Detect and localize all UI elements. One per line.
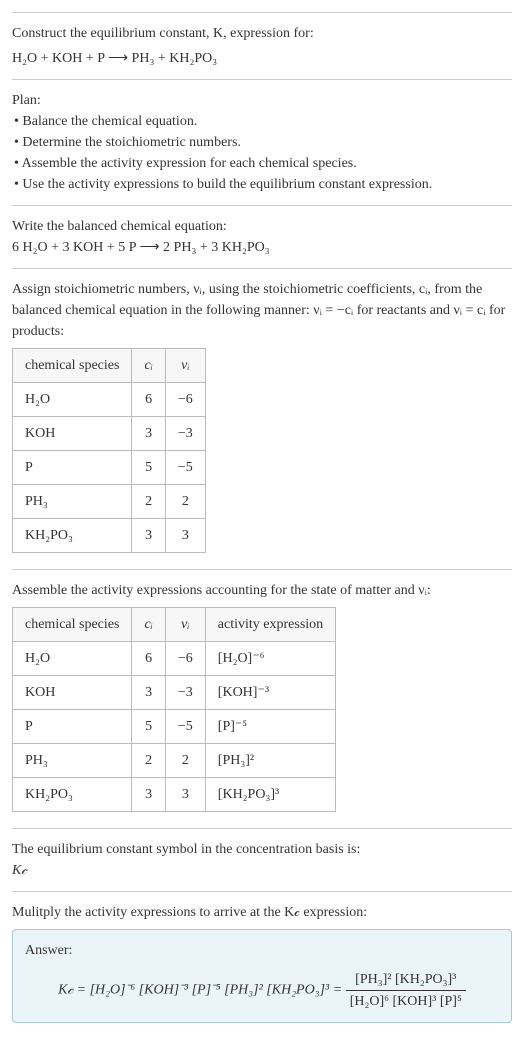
cell-c: 3 <box>132 676 165 710</box>
cell-c: 2 <box>132 485 165 519</box>
balanced-equation: 6 H₂O + 3 KOH + 5 P ⟶ 2 PH₃ + 3 KH₂PO₃ <box>12 237 512 258</box>
cell-expr: [H₂O]⁻⁶ <box>205 642 335 676</box>
table-row: KOH 3 −3 [KOH]⁻³ <box>13 676 336 710</box>
col-species: chemical species <box>13 608 132 642</box>
answer-box: Answer: K𝒸 = [H₂O]⁻⁶ [KOH]⁻³ [P]⁻⁵ [PH₃]… <box>12 929 512 1023</box>
symbol-line: The equilibrium constant symbol in the c… <box>12 839 512 860</box>
cell-c: 3 <box>132 519 165 553</box>
plan-bullet-1: • Balance the chemical equation. <box>14 111 512 132</box>
cell-v: 2 <box>165 485 205 519</box>
table-row: H₂O 6 −6 [H₂O]⁻⁶ <box>13 642 336 676</box>
table-row: KH₂PO₃ 3 3 <box>13 519 206 553</box>
cell-v: −6 <box>165 383 205 417</box>
cell-v: 3 <box>165 778 205 812</box>
stoich-table: chemical species cᵢ νᵢ H₂O 6 −6 KOH 3 −3… <box>12 348 206 553</box>
answer-label: Answer: <box>25 940 499 961</box>
cell-v: −3 <box>165 417 205 451</box>
cell-c: 5 <box>132 451 165 485</box>
cell-species: KH₂PO₃ <box>13 519 132 553</box>
cell-v: −6 <box>165 642 205 676</box>
table-row: PH₃ 2 2 <box>13 485 206 519</box>
cell-expr: [PH₃]² <box>205 744 335 778</box>
cell-species: KOH <box>13 676 132 710</box>
cell-expr: [KH₂PO₃]³ <box>205 778 335 812</box>
answer-lhs: K𝒸 = [H₂O]⁻⁶ [KOH]⁻³ [P]⁻⁵ [PH₃]² [KH₂PO… <box>58 983 346 998</box>
cell-species: PH₃ <box>13 485 132 519</box>
cell-c: 3 <box>132 417 165 451</box>
table-row: P 5 −5 <box>13 451 206 485</box>
cell-c: 2 <box>132 744 165 778</box>
intro-text: Construct the equilibrium constant, K, e… <box>12 26 314 41</box>
cell-v: 2 <box>165 744 205 778</box>
multiply-section: Mulitply the activity expressions to arr… <box>12 891 512 1033</box>
cell-c: 6 <box>132 383 165 417</box>
cell-species: H₂O <box>13 383 132 417</box>
table-row: H₂O 6 −6 <box>13 383 206 417</box>
stoich-section: Assign stoichiometric numbers, νᵢ, using… <box>12 268 512 569</box>
plan-title: Plan: <box>12 90 512 111</box>
answer-expression: K𝒸 = [H₂O]⁻⁶ [KOH]⁻³ [P]⁻⁵ [PH₃]² [KH₂PO… <box>25 969 499 1012</box>
plan-bullet-3: • Assemble the activity expression for e… <box>14 153 512 174</box>
answer-fraction: [PH₃]² [KH₂PO₃]³ [H₂O]⁶ [KOH]³ [P]⁵ <box>346 969 466 1012</box>
cell-species: PH₃ <box>13 744 132 778</box>
activity-intro: Assemble the activity expressions accoun… <box>12 580 512 601</box>
balanced-section: Write the balanced chemical equation: 6 … <box>12 205 512 268</box>
cell-expr: [P]⁻⁵ <box>205 710 335 744</box>
cell-species: P <box>13 710 132 744</box>
plan-bullet-2: • Determine the stoichiometric numbers. <box>14 132 512 153</box>
activity-section: Assemble the activity expressions accoun… <box>12 569 512 828</box>
cell-expr: [KOH]⁻³ <box>205 676 335 710</box>
intro-section: Construct the equilibrium constant, K, e… <box>12 12 512 79</box>
cell-v: −5 <box>165 710 205 744</box>
cell-v: 3 <box>165 519 205 553</box>
col-vi: νᵢ <box>165 608 205 642</box>
cell-species: H₂O <box>13 642 132 676</box>
fraction-denominator: [H₂O]⁶ [KOH]³ [P]⁵ <box>346 991 466 1012</box>
col-vi: νᵢ <box>165 349 205 383</box>
table-row: P 5 −5 [P]⁻⁵ <box>13 710 336 744</box>
plan-bullet-4: • Use the activity expressions to build … <box>14 174 512 195</box>
balanced-title: Write the balanced chemical equation: <box>12 216 512 237</box>
multiply-line: Mulitply the activity expressions to arr… <box>12 902 512 923</box>
col-ci: cᵢ <box>132 608 165 642</box>
col-ci: cᵢ <box>132 349 165 383</box>
plan-section: Plan: • Balance the chemical equation. •… <box>12 79 512 205</box>
cell-v: −5 <box>165 451 205 485</box>
fraction-numerator: [PH₃]² [KH₂PO₃]³ <box>346 969 466 991</box>
activity-table: chemical species cᵢ νᵢ activity expressi… <box>12 607 336 812</box>
cell-species: KOH <box>13 417 132 451</box>
table-header-row: chemical species cᵢ νᵢ <box>13 349 206 383</box>
cell-species: P <box>13 451 132 485</box>
symbol-section: The equilibrium constant symbol in the c… <box>12 828 512 891</box>
table-row: PH₃ 2 2 [PH₃]² <box>13 744 336 778</box>
col-species: chemical species <box>13 349 132 383</box>
table-header-row: chemical species cᵢ νᵢ activity expressi… <box>13 608 336 642</box>
cell-species: KH₂PO₃ <box>13 778 132 812</box>
intro-equation: H₂O + KOH + P ⟶ PH₃ + KH₂PO₃ <box>12 48 512 69</box>
stoich-intro: Assign stoichiometric numbers, νᵢ, using… <box>12 279 512 342</box>
cell-c: 6 <box>132 642 165 676</box>
kc-symbol: K𝒸 <box>12 860 512 881</box>
cell-c: 3 <box>132 778 165 812</box>
table-row: KH₂PO₃ 3 3 [KH₂PO₃]³ <box>13 778 336 812</box>
cell-v: −3 <box>165 676 205 710</box>
col-expr: activity expression <box>205 608 335 642</box>
table-row: KOH 3 −3 <box>13 417 206 451</box>
cell-c: 5 <box>132 710 165 744</box>
intro-line: Construct the equilibrium constant, K, e… <box>12 23 512 44</box>
